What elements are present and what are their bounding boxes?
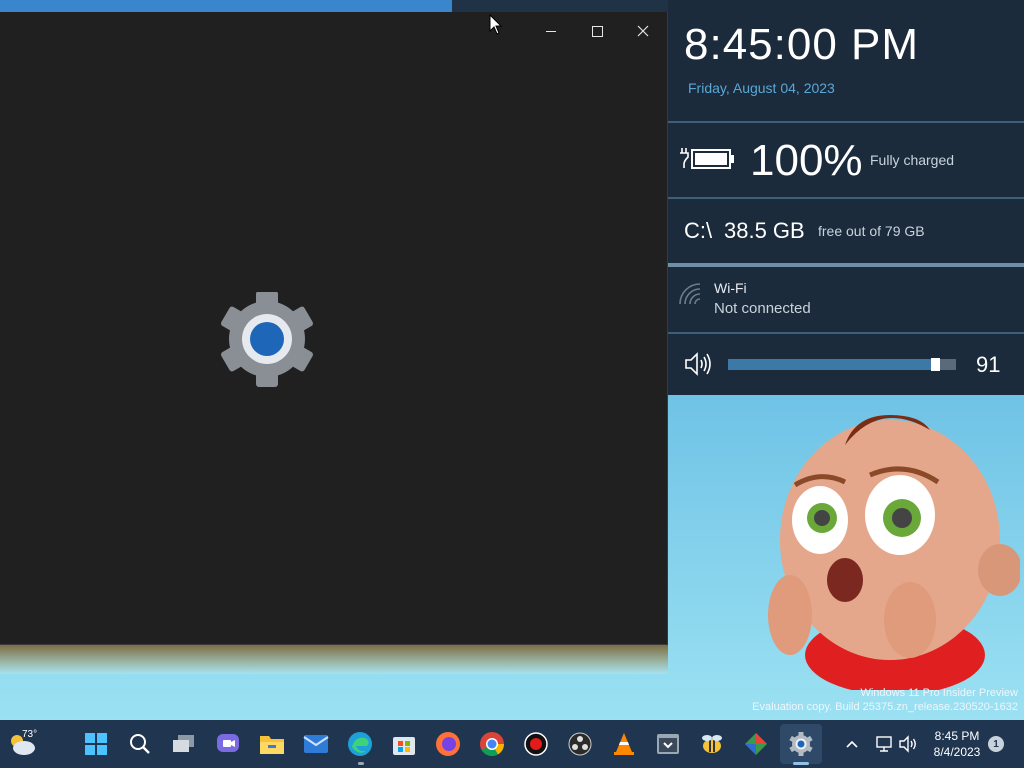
screen-recorder-button[interactable] xyxy=(516,724,556,764)
record-icon xyxy=(524,732,548,756)
windows-logo-icon xyxy=(85,733,107,755)
disk-drive-label: C:\ xyxy=(684,218,713,243)
os-watermark: Windows 11 Pro Insider Preview Evaluatio… xyxy=(752,686,1018,714)
minimize-button[interactable] xyxy=(528,16,574,46)
close-icon xyxy=(637,25,649,37)
task-view-button[interactable] xyxy=(164,724,204,764)
maximize-button[interactable] xyxy=(574,16,620,46)
clock-date: Friday, August 04, 2023 xyxy=(688,80,835,96)
mail-button[interactable] xyxy=(296,724,336,764)
chrome-icon xyxy=(480,732,504,757)
volume-slider[interactable] xyxy=(728,358,956,371)
store-icon xyxy=(393,737,415,755)
speaker-icon xyxy=(899,735,916,753)
cartoon-baby-image xyxy=(768,415,1020,690)
chrome-button[interactable] xyxy=(472,724,512,764)
mail-icon xyxy=(303,735,329,753)
volume-tray-button[interactable] xyxy=(890,724,926,764)
wifi-status: Not connected xyxy=(714,300,811,317)
clock-time: 8:45:00 PM xyxy=(684,20,920,69)
disk-total-text: free out of 79 GB xyxy=(818,223,925,239)
file-explorer-button[interactable] xyxy=(252,724,292,764)
settings-gear-icon xyxy=(221,292,313,387)
divider xyxy=(668,197,1024,199)
obs-studio-button[interactable] xyxy=(560,724,600,764)
wifi-disconnected-icon xyxy=(679,283,701,305)
app-window-icon xyxy=(657,734,679,754)
notification-badge[interactable]: 1 xyxy=(988,736,1004,752)
task-view-icon xyxy=(173,735,194,752)
mouse-cursor-icon xyxy=(489,14,503,35)
battery-charging-icon xyxy=(680,148,734,169)
tray-clock-date[interactable]: 8/4/2023 xyxy=(930,745,984,759)
vlc-button[interactable] xyxy=(604,724,644,764)
battery-status: Fully charged xyxy=(870,152,955,168)
running-indicator xyxy=(358,762,364,765)
settings-taskbar-button[interactable] xyxy=(781,724,821,764)
watermark-line1: Windows 11 Pro Insider Preview xyxy=(860,687,1018,699)
vlc-cone-icon xyxy=(614,733,634,755)
gray-app-button[interactable] xyxy=(648,724,688,764)
bee-icon xyxy=(702,735,722,753)
weather-temperature: 73° xyxy=(22,729,38,740)
minimize-icon xyxy=(546,30,556,32)
divider xyxy=(668,121,1024,123)
search-button[interactable] xyxy=(120,724,160,764)
edge-browser-button[interactable] xyxy=(340,724,380,764)
git-app-button[interactable] xyxy=(736,724,776,764)
tray-clock-time[interactable]: 8:45 PM xyxy=(930,729,984,743)
edge-icon xyxy=(348,732,372,756)
volume-value: 91 xyxy=(976,352,1001,377)
obs-icon xyxy=(568,732,592,756)
divider xyxy=(668,263,1024,267)
close-button[interactable] xyxy=(620,16,666,46)
microsoft-store-button[interactable] xyxy=(384,724,424,764)
watermark-line2: Evaluation copy. Build 25375.zn_release.… xyxy=(752,701,1018,713)
speaker-volume-icon xyxy=(685,352,711,376)
settings-window[interactable] xyxy=(0,12,668,645)
wallpaper-ground xyxy=(0,644,668,674)
volume-slider-fill xyxy=(728,359,935,370)
diamond-app-icon xyxy=(745,733,767,755)
wifi-label: Wi-Fi xyxy=(714,280,747,296)
firefox-button[interactable] xyxy=(428,724,468,764)
settings-gear-icon xyxy=(789,732,813,756)
teams-chat-button[interactable] xyxy=(208,724,248,764)
battery-percent: 100% xyxy=(750,136,863,185)
divider xyxy=(668,332,1024,334)
disk-free-space: 38.5 GB xyxy=(724,218,805,243)
chevron-up-icon xyxy=(846,740,858,748)
maximize-icon xyxy=(591,25,603,37)
search-icon xyxy=(130,734,150,754)
bee-app-button[interactable] xyxy=(692,724,732,764)
volume-slider-thumb[interactable] xyxy=(931,358,940,371)
folder-icon xyxy=(260,736,284,754)
firefox-icon xyxy=(436,732,460,756)
start-button[interactable] xyxy=(76,724,116,764)
chat-icon xyxy=(217,734,239,752)
active-indicator xyxy=(793,762,809,765)
